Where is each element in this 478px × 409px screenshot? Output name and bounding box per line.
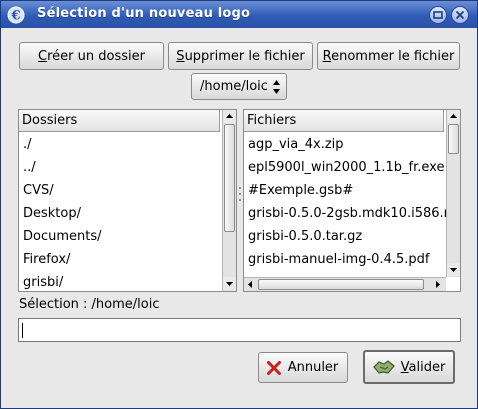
list-item[interactable]: epl5900l_win2000_1.1b_fr.exe — [248, 156, 444, 179]
list-item[interactable]: grisbi-manuel-img-0.4.5.pdf — [248, 248, 429, 271]
cancel-button[interactable]: Annuler — [258, 352, 348, 383]
scroll-up-arrow[interactable] — [447, 110, 460, 123]
list-item[interactable]: CVS/ — [23, 179, 54, 202]
close-button[interactable] — [451, 6, 469, 24]
handshake-icon — [372, 358, 395, 376]
delete-file-label: Supprimer le fichier — [176, 48, 305, 64]
ok-button[interactable]: Valider — [363, 350, 455, 384]
list-item[interactable]: Desktop/ — [23, 202, 81, 225]
list-item[interactable]: grisbi-0.5.0.tar.gz — [248, 225, 362, 248]
list-item[interactable]: Firefox/ — [23, 248, 70, 271]
scroll-up-arrow[interactable] — [223, 110, 236, 123]
horizontal-scroll-thumb[interactable] — [258, 279, 424, 290]
path-value: /home/loic — [200, 79, 268, 94]
arrow-up-icon — [450, 114, 457, 118]
list-item[interactable]: ../ — [23, 156, 36, 179]
selection-label: Sélection : /home/loic — [19, 297, 160, 312]
list-item[interactable]: agp_via_4x.zip — [248, 133, 344, 156]
create-folder-label: Créer un dossier — [38, 48, 145, 64]
minimize-button[interactable] — [429, 6, 447, 24]
scroll-thumb[interactable] — [448, 124, 459, 154]
text-caret — [22, 323, 23, 338]
folders-pane: Dossiers ./ ../ CVS/ Desktop/ Documents/… — [18, 109, 237, 292]
scroll-right-arrow[interactable] — [431, 278, 444, 291]
ok-label: Valider — [400, 359, 446, 375]
minimize-icon — [433, 11, 443, 19]
folders-header-label: Dossiers — [22, 113, 78, 128]
scroll-down-arrow[interactable] — [223, 277, 236, 290]
list-item[interactable]: #Exemple.gsb# — [248, 179, 353, 202]
folders-header[interactable]: Dossiers — [19, 110, 220, 132]
files-list: agp_via_4x.zip epl5900l_win2000_1.1b_fr.… — [244, 110, 446, 277]
scroll-thumb[interactable] — [224, 124, 235, 232]
file-chooser-dialog: € Sélection d'un nouveau logo Créer un d… — [0, 0, 478, 409]
cancel-x-icon — [266, 360, 282, 376]
arrow-right-icon — [436, 281, 440, 288]
scroll-down-arrow[interactable] — [447, 263, 460, 276]
title-bar[interactable]: € Sélection d'un nouveau logo — [1, 1, 477, 28]
arrow-down-icon — [226, 282, 233, 286]
updown-arrows-icon — [272, 78, 281, 100]
scroll-left-arrow[interactable] — [244, 278, 257, 291]
delete-file-button[interactable]: Supprimer le fichier — [168, 42, 313, 70]
app-logo-icon: € — [7, 6, 25, 24]
list-item[interactable]: grisbi/ — [23, 271, 63, 291]
svg-text:€: € — [10, 9, 20, 24]
cancel-label: Annuler — [287, 360, 339, 375]
files-pane: Fichiers agp_via_4x.zip epl5900l_win2000… — [243, 109, 461, 292]
list-item[interactable]: ./ — [23, 133, 32, 156]
create-folder-button[interactable]: Créer un dossier — [19, 42, 164, 70]
files-horizontal-scrollbar[interactable] — [244, 277, 446, 291]
arrow-left-icon — [248, 281, 252, 288]
selection-input[interactable] — [18, 318, 461, 342]
list-item[interactable]: Documents/ — [23, 225, 102, 248]
folders-vertical-scrollbar[interactable] — [222, 110, 236, 291]
path-dropdown[interactable]: /home/loic — [191, 73, 287, 100]
window-title: Sélection d'un nouveau logo — [37, 6, 251, 21]
files-vertical-scrollbar[interactable] — [446, 110, 460, 277]
arrow-up-icon — [226, 114, 233, 118]
rename-file-button[interactable]: Renommer le fichier — [317, 42, 460, 70]
rename-file-label: Renommer le fichier — [322, 48, 455, 64]
list-item[interactable]: grisbi-0.5.0-2gsb.mdk10.i586.rpm — [248, 202, 446, 225]
arrow-down-icon — [450, 268, 457, 272]
close-icon — [455, 10, 465, 20]
